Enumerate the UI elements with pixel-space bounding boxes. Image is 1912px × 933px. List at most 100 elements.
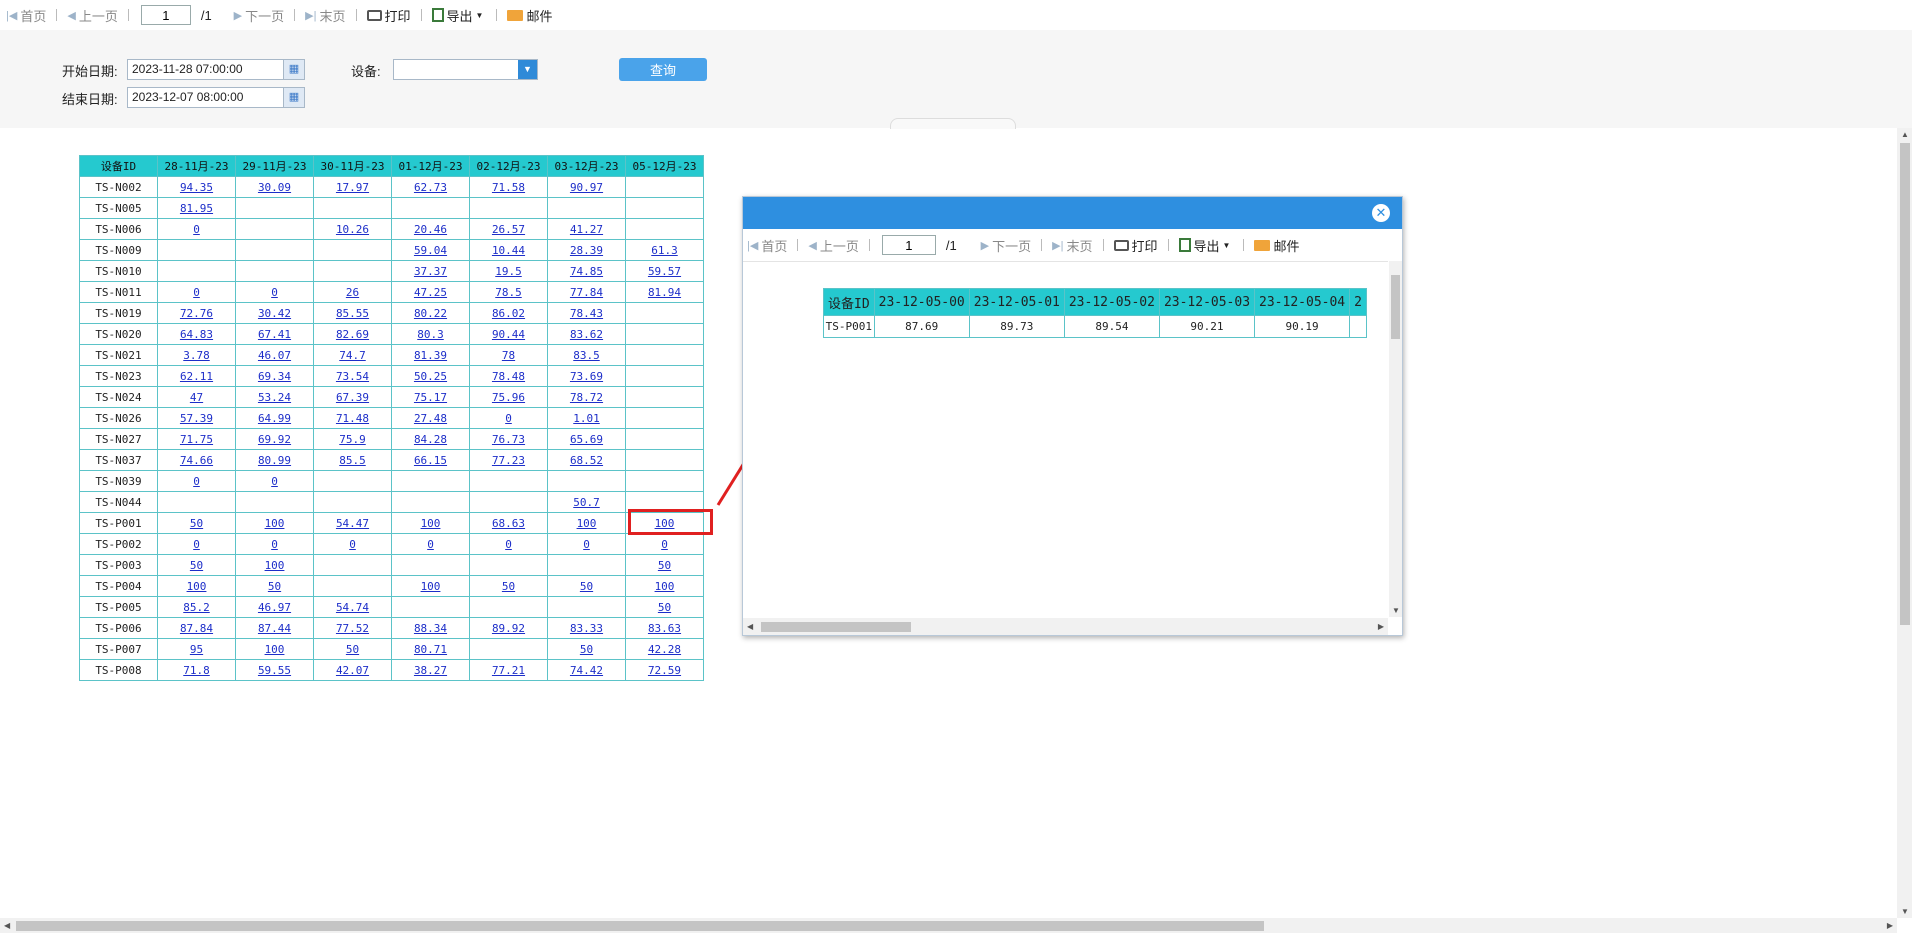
value-link[interactable]: 62.73 [414, 181, 447, 194]
export-button[interactable]: 导出 ▼ [1175, 236, 1238, 255]
value-link[interactable]: 62.11 [180, 370, 213, 383]
value-link[interactable]: 10.44 [492, 244, 525, 257]
value-link[interactable]: 0 [271, 538, 278, 551]
value-link[interactable]: 95 [190, 643, 203, 656]
value-link[interactable]: 81.39 [414, 349, 447, 362]
collapse-handle[interactable] [890, 118, 1016, 129]
value-link[interactable]: 64.83 [180, 328, 213, 341]
value-link[interactable]: 67.39 [336, 391, 369, 404]
end-date-field[interactable]: 2023-12-07 08:00:00 ▦ [127, 87, 305, 108]
value-link[interactable]: 42.07 [336, 664, 369, 677]
value-link[interactable]: 59.57 [648, 265, 681, 278]
value-link[interactable]: 47.25 [414, 286, 447, 299]
value-link[interactable]: 94.35 [180, 181, 213, 194]
popup-vertical-scrollbar[interactable]: ▼ [1389, 261, 1402, 617]
value-link[interactable]: 57.39 [180, 412, 213, 425]
value-link[interactable]: 100 [265, 517, 285, 530]
value-link[interactable]: 71.58 [492, 181, 525, 194]
value-link[interactable]: 83.62 [570, 328, 603, 341]
value-link[interactable]: 68.52 [570, 454, 603, 467]
value-link[interactable]: 80.3 [417, 328, 444, 341]
value-link[interactable]: 46.97 [258, 601, 291, 614]
value-link[interactable]: 50.7 [573, 496, 600, 509]
value-link[interactable]: 75.9 [339, 433, 366, 446]
value-link[interactable]: 54.47 [336, 517, 369, 530]
scrollbar-thumb[interactable] [761, 622, 911, 632]
value-link[interactable]: 75.17 [414, 391, 447, 404]
value-link[interactable]: 71.75 [180, 433, 213, 446]
value-link[interactable]: 50 [580, 580, 593, 593]
first-page-button[interactable]: |◀ 首页 [2, 6, 50, 25]
value-link[interactable]: 100 [577, 517, 597, 530]
scrollbar-thumb[interactable] [1391, 275, 1400, 339]
value-link[interactable]: 81.95 [180, 202, 213, 215]
value-link[interactable]: 0 [193, 475, 200, 488]
value-link[interactable]: 74.66 [180, 454, 213, 467]
start-date-field[interactable]: 2023-11-28 07:00:00 ▦ [127, 59, 305, 80]
value-link[interactable]: 46.07 [258, 349, 291, 362]
next-page-button[interactable]: ▶ 下一页 [230, 6, 288, 25]
scroll-left-icon[interactable]: ◀ [4, 921, 10, 930]
scroll-down-icon[interactable]: ▼ [1392, 606, 1400, 615]
value-link[interactable]: 0 [661, 538, 668, 551]
value-link[interactable]: 84.28 [414, 433, 447, 446]
value-link[interactable]: 71.8 [183, 664, 210, 677]
value-link[interactable]: 61.3 [651, 244, 678, 257]
page-horizontal-scrollbar[interactable]: ◀ ▶ [0, 918, 1897, 933]
value-link[interactable]: 85.2 [183, 601, 210, 614]
value-link[interactable]: 68.63 [492, 517, 525, 530]
value-link[interactable]: 37.37 [414, 265, 447, 278]
value-link[interactable]: 81.94 [648, 286, 681, 299]
value-link[interactable]: 50 [580, 643, 593, 656]
value-link[interactable]: 82.69 [336, 328, 369, 341]
value-link[interactable]: 0 [193, 223, 200, 236]
value-link[interactable]: 72.76 [180, 307, 213, 320]
value-link[interactable]: 64.99 [258, 412, 291, 425]
value-link[interactable]: 0 [271, 286, 278, 299]
scrollbar-thumb[interactable] [1900, 143, 1910, 625]
value-link[interactable]: 53.24 [258, 391, 291, 404]
query-button[interactable]: 查询 [619, 58, 707, 81]
value-link[interactable]: 41.27 [570, 223, 603, 236]
value-link[interactable]: 83.5 [573, 349, 600, 362]
value-link[interactable]: 74.7 [339, 349, 366, 362]
value-link[interactable]: 72.59 [648, 664, 681, 677]
value-link[interactable]: 66.15 [414, 454, 447, 467]
value-link[interactable]: 50 [268, 580, 281, 593]
value-link[interactable]: 3.78 [183, 349, 210, 362]
value-link[interactable]: 77.84 [570, 286, 603, 299]
value-link[interactable]: 90.97 [570, 181, 603, 194]
value-link[interactable]: 0 [505, 412, 512, 425]
value-link[interactable]: 38.27 [414, 664, 447, 677]
value-link[interactable]: 80.22 [414, 307, 447, 320]
value-link[interactable]: 76.73 [492, 433, 525, 446]
value-link[interactable]: 47 [190, 391, 203, 404]
mail-button[interactable]: 邮件 [503, 6, 556, 25]
value-link[interactable]: 87.44 [258, 622, 291, 635]
value-link[interactable]: 85.5 [339, 454, 366, 467]
value-link[interactable]: 88.34 [414, 622, 447, 635]
value-link[interactable]: 50 [190, 517, 203, 530]
value-link[interactable]: 74.85 [570, 265, 603, 278]
scroll-right-icon[interactable]: ▶ [1887, 921, 1893, 930]
value-link[interactable]: 65.69 [570, 433, 603, 446]
value-link[interactable]: 78.48 [492, 370, 525, 383]
value-link[interactable]: 87.84 [180, 622, 213, 635]
value-link[interactable]: 26.57 [492, 223, 525, 236]
scrollbar-thumb[interactable] [16, 921, 1264, 931]
value-link[interactable]: 74.42 [570, 664, 603, 677]
prev-page-button[interactable]: ◀ 上一页 [63, 6, 121, 25]
value-link[interactable]: 100 [421, 580, 441, 593]
value-link[interactable]: 90.44 [492, 328, 525, 341]
print-button[interactable]: 打印 [1110, 236, 1162, 255]
value-link[interactable]: 80.99 [258, 454, 291, 467]
value-link[interactable]: 54.74 [336, 601, 369, 614]
value-link[interactable]: 50 [658, 601, 671, 614]
value-link[interactable]: 100 [265, 559, 285, 572]
value-link[interactable]: 0 [193, 286, 200, 299]
prev-page-button[interactable]: ◀ 上一页 [804, 236, 862, 255]
value-link[interactable]: 17.97 [336, 181, 369, 194]
value-link[interactable]: 80.71 [414, 643, 447, 656]
mail-button[interactable]: 邮件 [1250, 236, 1303, 255]
value-link[interactable]: 59.55 [258, 664, 291, 677]
